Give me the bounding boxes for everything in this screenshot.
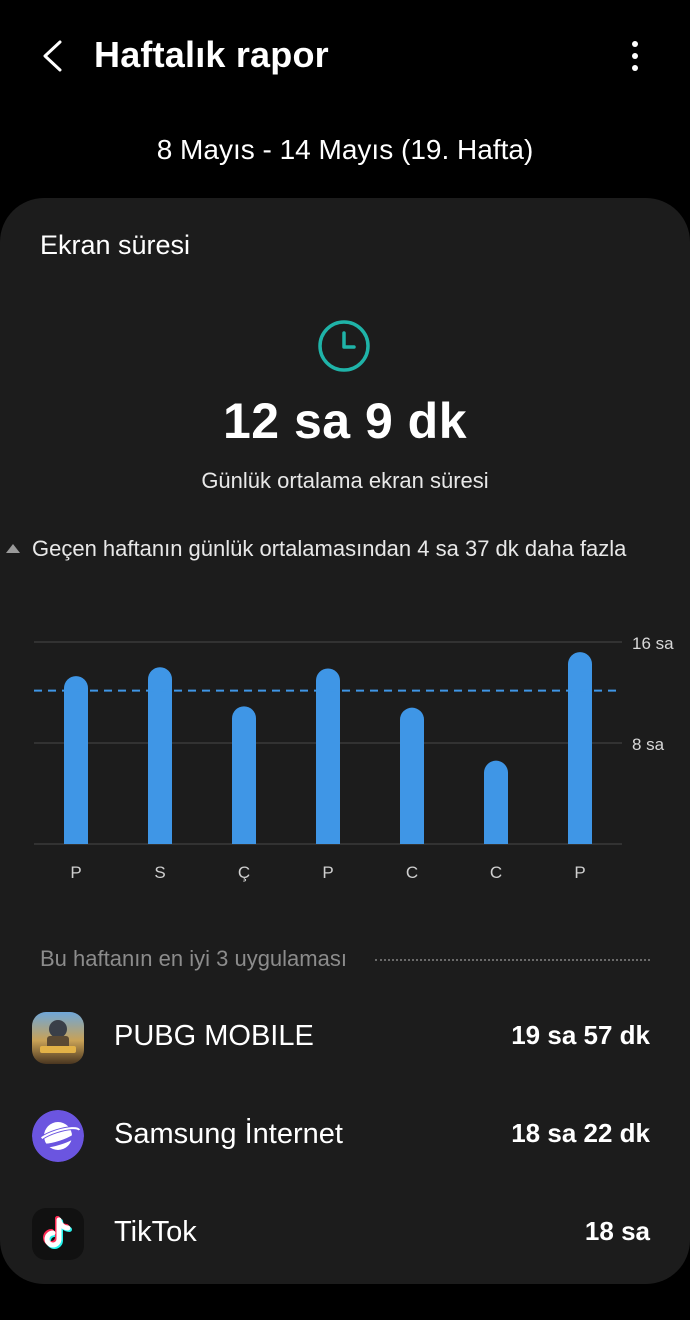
dotted-divider xyxy=(374,959,650,961)
app-name: TikTok xyxy=(114,1216,197,1248)
screen-time-card: Ekran süresi 12 sa 9 dk Günlük ortalama … xyxy=(0,198,690,1284)
comparison-text: Geçen haftanın günlük ortalamasından 4 s… xyxy=(32,536,627,561)
increase-triangle-icon xyxy=(6,543,20,553)
week-range: 8 Mayıs - 14 Mayıs (19. Hafta) xyxy=(156,134,534,165)
x-tick-label: S xyxy=(154,863,165,882)
app-row-samsung-internet[interactable]: Samsung İnternet 18 sa 22 dk xyxy=(0,1088,690,1186)
app-name: Samsung İnternet xyxy=(114,1118,343,1150)
chevron-left-icon xyxy=(43,40,62,72)
section-title: Ekran süresi xyxy=(40,230,191,260)
app-name: PUBG MOBILE xyxy=(114,1020,314,1052)
back-button[interactable] xyxy=(28,28,80,84)
y-tick-label: 16 sa xyxy=(632,634,674,653)
x-tick-label: Ç xyxy=(238,863,250,882)
y-tick-label: 8 sa xyxy=(632,735,665,754)
more-options-button[interactable] xyxy=(612,30,660,82)
comparison-row: Geçen haftanın günlük ortalamasından 4 s… xyxy=(6,536,690,562)
clock-icon xyxy=(318,320,370,372)
x-tick-label: C xyxy=(406,863,418,882)
bar xyxy=(232,706,256,844)
daily-average-value: 12 sa 9 dk xyxy=(222,393,468,449)
weekly-report-screen: Haftalık rapor 8 Mayıs - 14 Mayıs (19. H… xyxy=(0,0,690,1320)
bar xyxy=(64,676,88,844)
x-tick-label: P xyxy=(322,863,333,882)
bar-chart-svg: 16 sa 8 sa P S Ç P C C P xyxy=(34,634,674,882)
tiktok-icon xyxy=(32,1208,84,1260)
x-tick-label: P xyxy=(574,863,585,882)
pubg-mobile-icon xyxy=(32,1012,84,1064)
bar xyxy=(484,760,508,844)
daily-average-caption: Günlük ortalama ekran süresi xyxy=(201,468,489,493)
x-tick-label: P xyxy=(70,863,81,882)
samsung-internet-icon xyxy=(32,1110,84,1162)
x-tick-label: C xyxy=(490,863,502,882)
daily-usage-chart: 16 sa 8 sa P S Ç P C C P xyxy=(0,618,690,898)
app-usage-time: 19 sa 57 dk xyxy=(511,1020,650,1050)
app-row-pubg-mobile[interactable]: PUBG MOBILE 19 sa 57 dk xyxy=(0,990,690,1088)
page-title: Haftalık rapor xyxy=(94,34,329,75)
app-usage-time: 18 sa 22 dk xyxy=(511,1118,650,1148)
top-app-bar: Haftalık rapor xyxy=(0,0,690,112)
top-apps-title: Bu haftanın en iyi 3 uygulaması xyxy=(40,946,347,971)
more-vertical-icon xyxy=(632,41,638,71)
bar xyxy=(148,667,172,844)
top-apps-header: Bu haftanın en iyi 3 uygulaması xyxy=(40,946,650,972)
bar xyxy=(400,707,424,844)
app-row-tiktok[interactable]: TikTok 18 sa xyxy=(0,1186,690,1284)
bar xyxy=(568,652,592,844)
bar xyxy=(316,668,340,844)
app-usage-time: 18 sa xyxy=(584,1216,650,1246)
